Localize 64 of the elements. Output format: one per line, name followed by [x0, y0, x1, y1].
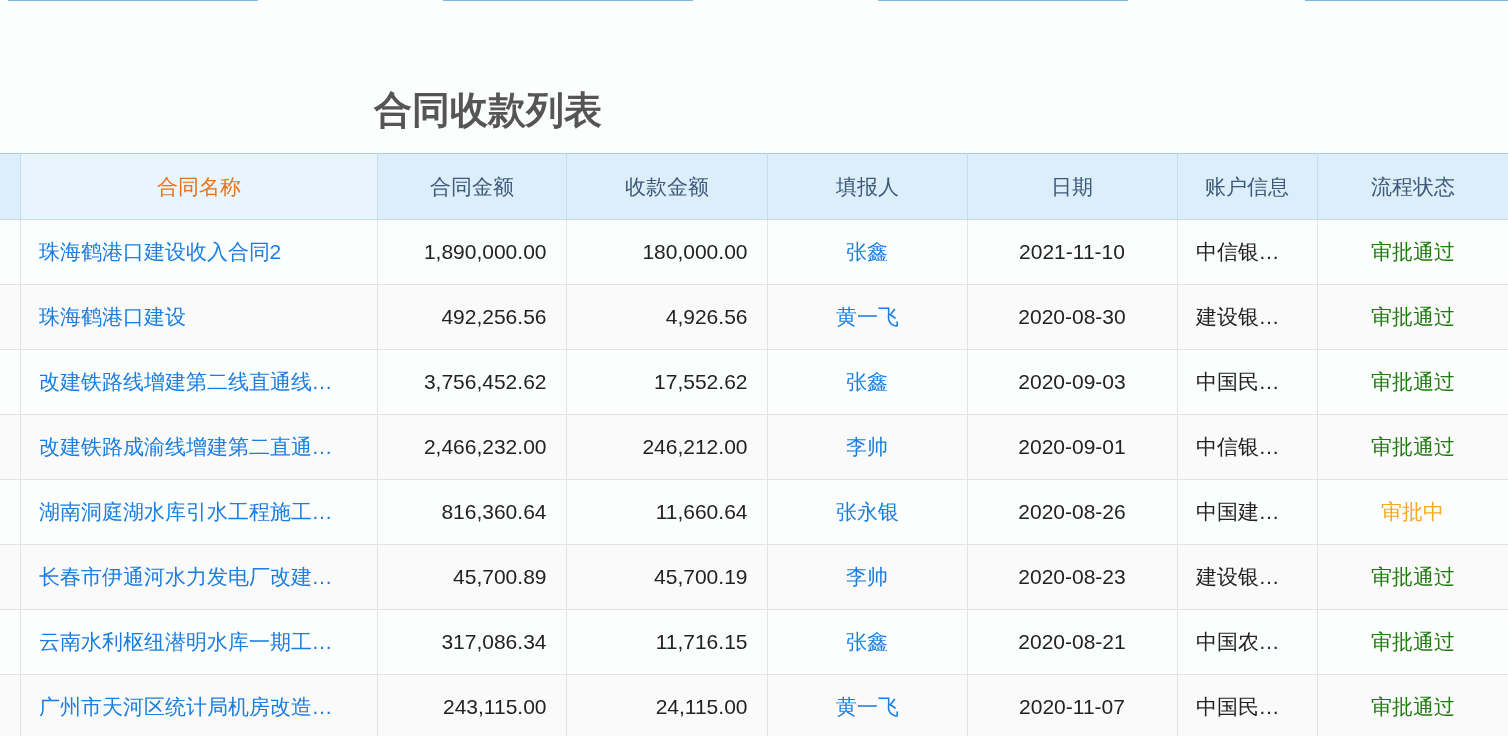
column-header[interactable]: 合同金额 [377, 153, 566, 220]
column-header[interactable]: 账户信息 [1177, 153, 1317, 220]
reporter-link[interactable]: 张鑫 [846, 240, 888, 264]
table-cell: 中国农… [1195, 630, 1280, 654]
table-cell: 11,716.15 [655, 630, 748, 654]
reporter-link[interactable]: 张永银 [835, 500, 899, 524]
reporter-link[interactable]: 李帅 [846, 435, 888, 459]
status-text: 审批通过 [1370, 695, 1455, 719]
status-text: 审批通过 [1370, 435, 1455, 459]
table-cell: 建设银… [1195, 305, 1280, 329]
table-cell: 2020-08-30 [1018, 305, 1126, 329]
contract-name-link[interactable]: 湖南洞庭湖水库引水工程施工… [38, 500, 333, 524]
table-cell: 2020-11-07 [1019, 695, 1125, 719]
table-cell: 2020-08-26 [1018, 500, 1126, 524]
table-cell: 2020-09-03 [1018, 370, 1126, 394]
table-cell: 17,552.62 [654, 370, 748, 394]
contract-name-link[interactable]: 改建铁路成渝线增建第二直通… [38, 435, 333, 459]
table-cell: 180,000.00 [642, 240, 748, 264]
reporter-link[interactable]: 张鑫 [846, 370, 888, 394]
column-header[interactable]: 日期 [967, 153, 1177, 220]
table-cell: 中信银… [1195, 240, 1280, 264]
contract-name-link[interactable]: 珠海鹤港口建设收入合同2 [38, 240, 282, 264]
table-cell: 816,360.64 [441, 500, 547, 524]
table-cell: 2021-11-10 [1019, 240, 1125, 264]
status-text: 审批通过 [1370, 630, 1455, 654]
table-cell: 11,660.64 [655, 500, 748, 524]
table-cell: 2,466,232.00 [423, 435, 547, 459]
table-cell: 中国民… [1195, 370, 1280, 394]
column-header[interactable]: 合同名称 [20, 153, 377, 220]
contract-name-link[interactable]: 改建铁路线增建第二线直通线… [38, 370, 333, 394]
table-cell: 3,756,452.62 [423, 370, 547, 394]
table-cell: 45,700.89 [453, 565, 547, 589]
table-cell: 492,256.56 [441, 305, 547, 329]
status-text: 审批中 [1381, 500, 1445, 524]
contract-name-link[interactable]: 长春市伊通河水力发电厂改建… [38, 565, 333, 589]
reporter-link[interactable]: 黄一飞 [835, 695, 899, 719]
table-cell: 2020-08-23 [1018, 565, 1126, 589]
table-cell: 建设银… [1195, 565, 1280, 589]
table-cell: 1,890,000.00 [423, 240, 547, 264]
contract-name-link[interactable]: 广州市天河区统计局机房改造… [38, 695, 333, 719]
table-title: 合同收款列表 [374, 88, 603, 133]
status-text: 审批通过 [1370, 370, 1455, 394]
table-cell: 2020-08-21 [1018, 630, 1126, 654]
column-header[interactable]: 流程状态 [1317, 153, 1508, 220]
table-cell: 中国民… [1195, 695, 1280, 719]
table-cell: 2020-09-01 [1018, 435, 1126, 459]
table-cell: 246,212.00 [642, 435, 748, 459]
status-text: 审批通过 [1370, 565, 1455, 589]
status-text: 审批通过 [1370, 240, 1455, 264]
table-cell: 中国建… [1195, 500, 1280, 524]
table-cell: 中信银… [1195, 435, 1280, 459]
table-cell: 45,700.19 [654, 565, 748, 589]
table-cell: 243,115.00 [442, 695, 547, 719]
reporter-link[interactable]: 张鑫 [846, 630, 888, 654]
table-cell: 317,086.34 [441, 630, 547, 654]
table-cell: 4,926.56 [665, 305, 748, 329]
column-header[interactable]: 填报人 [767, 153, 967, 220]
reporter-link[interactable]: 黄一飞 [835, 305, 899, 329]
contract-name-link[interactable]: 云南水利枢纽潜明水库一期工… [38, 630, 333, 654]
table-cell: 24,115.00 [655, 695, 748, 719]
contract-name-link[interactable]: 珠海鹤港口建设 [38, 305, 186, 329]
column-header[interactable]: 收款金额 [566, 153, 767, 220]
status-text: 审批通过 [1370, 305, 1455, 329]
reporter-link[interactable]: 李帅 [846, 565, 888, 589]
